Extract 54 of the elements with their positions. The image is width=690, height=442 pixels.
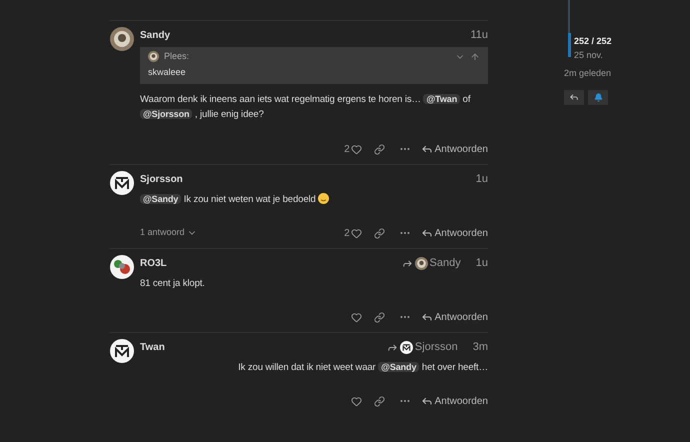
username[interactable]: Sjorsson [140,172,183,186]
smiley-icon [318,193,330,204]
avatar-icon[interactable] [110,339,134,363]
avatar-icon[interactable] [110,27,134,51]
notification-button[interactable] [588,90,608,104]
reply-icon [420,143,433,155]
heart-icon [350,228,362,238]
post-text: Ik zou willen dat ik niet weet waar @Sandy het over heeft… [237,361,488,375]
reply-to-link[interactable]: Sandy [402,254,461,272]
post-time[interactable]: 1u [476,254,488,272]
link-icon[interactable] [374,312,385,322]
reply-icon [420,395,433,407]
link-icon[interactable] [374,228,385,238]
post-time[interactable]: 11u [470,26,488,44]
reply-icon [420,227,433,239]
heart-icon [350,396,362,406]
post-text: Waarom denk ik ineens aan iets wat regelmatig ergens te horen is… @Twan of @Sjorsson , jullie enig idee? [140,93,472,122]
username[interactable]: Twan [140,340,165,354]
like-button[interactable]: 2 [340,142,366,156]
username[interactable]: RO3L [140,256,167,270]
heart-icon [350,312,362,322]
reply-arrow-icon [402,258,413,268]
avatar-icon[interactable] [110,255,134,279]
link-icon[interactable] [374,396,385,406]
quote-author: Plees: [164,50,190,63]
post-time[interactable]: 3m [472,338,488,356]
reply-arrow-icon [386,342,398,352]
reply-button[interactable]: Antwoorden [416,394,488,408]
avatar-icon[interactable] [148,51,159,62]
replies-toggle[interactable]: 1 antwoord [140,226,197,240]
timeline-handle[interactable] [568,33,571,57]
username[interactable]: Sandy [140,28,170,42]
like-button[interactable]: 2 [340,226,366,240]
reply-to-link[interactable]: Sjorsson [386,338,458,356]
avatar-icon[interactable] [414,256,428,270]
post-text: @Sandy Ik zou niet weten wat je bedoeld [140,192,488,207]
avatar-icon[interactable] [400,340,413,354]
post-date: 25 nov. [574,48,604,62]
link-icon[interactable] [374,144,385,154]
heart-icon [350,144,362,154]
reply-button[interactable]: Antwoorden [416,226,488,240]
reply-button[interactable]: Antwoorden [416,310,488,324]
quote-text: skwaleee [148,66,187,78]
last-activity: 2m geleden [564,67,612,80]
post-text: 81 cent ja klopt. [140,277,206,291]
go-up-icon[interactable] [470,52,480,62]
post-time[interactable]: 1u [476,170,488,188]
reply-icon [420,311,433,323]
reply-icon [569,92,579,102]
avatar-icon[interactable] [110,171,134,195]
reply-button[interactable]: Antwoorden [416,142,488,156]
reply-button[interactable] [564,90,584,104]
post-position: 252 / 252 [574,35,612,48]
bell-icon [594,92,602,102]
